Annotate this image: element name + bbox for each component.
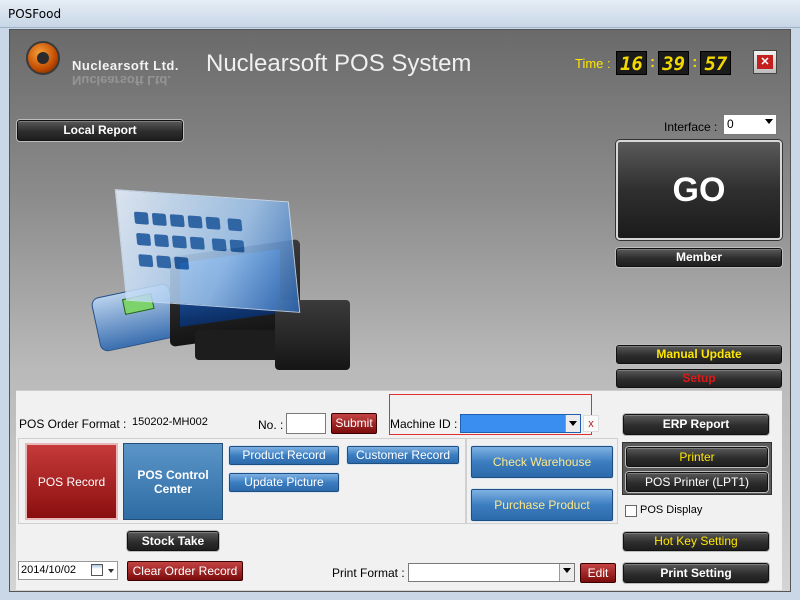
print-format-label: Print Format : [332, 566, 405, 580]
date-value: 2014/10/02 [21, 564, 77, 576]
edit-button[interactable]: Edit [580, 563, 616, 583]
company-logo-icon [26, 41, 60, 75]
machine-id-select[interactable] [460, 414, 581, 433]
clock-seconds: 57 [700, 51, 732, 75]
clock-colon: : [649, 54, 656, 71]
title-bar: POSFood [0, 0, 800, 28]
window-title: POSFood [8, 7, 62, 21]
interface-value: 0 [727, 117, 734, 131]
product-record-button[interactable]: Product Record [229, 446, 339, 465]
time-label: Time : [575, 56, 611, 71]
pos-control-center-button[interactable]: POS Control Center [123, 443, 223, 520]
clock-minutes: 39 [658, 51, 690, 75]
machine-id-label: Machine ID : [390, 417, 458, 431]
clock-colon: : [692, 54, 698, 71]
pos-app-screen-illustration [114, 189, 301, 313]
update-picture-button[interactable]: Update Picture [229, 473, 339, 492]
clear-order-record-button[interactable]: Clear Order Record [127, 561, 243, 581]
order-no-input[interactable] [286, 413, 326, 434]
pos-display-checkbox[interactable] [625, 505, 637, 517]
printer-button[interactable]: Printer [626, 447, 768, 467]
purchase-product-button[interactable]: Purchase Product [471, 489, 613, 521]
digital-clock: 16 : 39 : 57 [616, 51, 732, 75]
submit-button[interactable]: Submit [331, 413, 377, 434]
manual-update-button[interactable]: Manual Update [616, 345, 782, 364]
pos-display-label: POS Display [640, 504, 703, 516]
customer-record-button[interactable]: Customer Record [347, 446, 459, 464]
company-name-reflection: Nuclearsoft Ltd. [72, 73, 171, 88]
company-name: Nuclearsoft Ltd. [72, 58, 179, 73]
machine-id-clear-button[interactable]: x [583, 415, 599, 432]
member-button[interactable]: Member [616, 248, 782, 267]
chevron-down-icon [108, 569, 114, 573]
local-report-button[interactable]: Local Report [17, 120, 183, 141]
pos-terminal-base-illustration [195, 330, 285, 360]
interface-label: Interface : [664, 120, 718, 134]
calendar-icon [91, 564, 103, 576]
close-icon: ✕ [757, 55, 773, 69]
hot-key-setting-button[interactable]: Hot Key Setting [623, 532, 769, 551]
check-warehouse-button[interactable]: Check Warehouse [471, 446, 613, 478]
stock-take-button[interactable]: Stock Take [127, 531, 219, 551]
print-format-select[interactable] [408, 563, 575, 582]
app-title: Nuclearsoft POS System [206, 50, 472, 77]
erp-report-button[interactable]: ERP Report [623, 414, 769, 435]
pos-printer-button[interactable]: POS Printer (LPT1) [626, 472, 768, 492]
print-setting-button[interactable]: Print Setting [623, 563, 769, 583]
order-no-label: No. : [258, 418, 284, 432]
chevron-down-icon [565, 415, 580, 432]
pos-order-format-value: 150202-MH002 [132, 416, 208, 428]
app-window: POSFood Nuclearsoft Ltd. Nuclearsoft Ltd… [0, 0, 800, 600]
chevron-down-icon [765, 119, 773, 124]
pos-order-format-label: POS Order Format : [19, 417, 127, 431]
date-picker[interactable]: 2014/10/02 [18, 561, 118, 580]
chevron-down-icon [563, 568, 571, 573]
go-button[interactable]: GO [616, 140, 782, 240]
pos-record-button[interactable]: POS Record [25, 443, 118, 520]
close-button[interactable]: ✕ [753, 50, 777, 74]
interface-select[interactable]: 0 [723, 114, 777, 135]
clock-hours: 16 [616, 51, 647, 75]
setup-button[interactable]: Setup [616, 369, 782, 388]
